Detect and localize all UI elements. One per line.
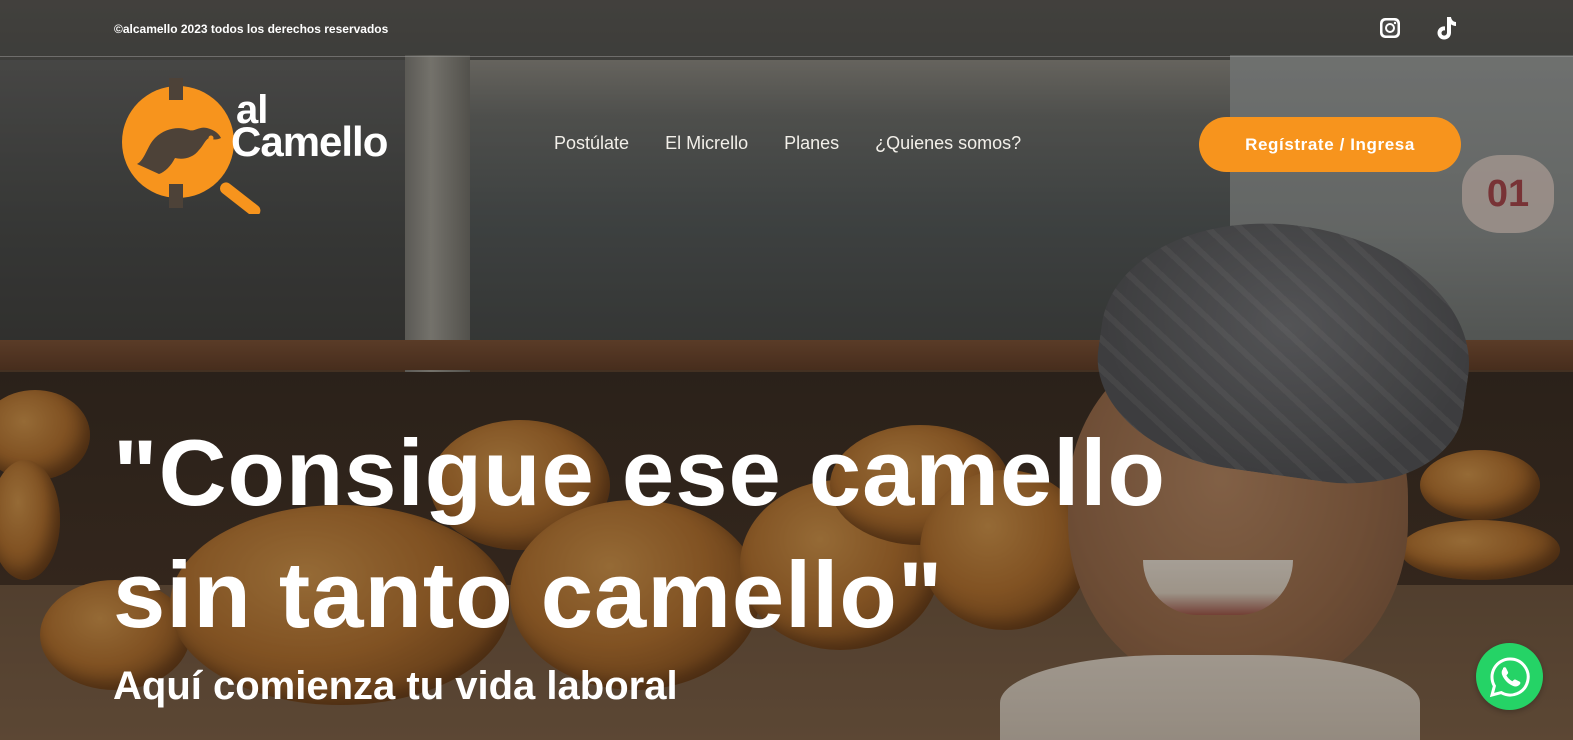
hero-subheadline: Aquí comienza tu vida laboral	[113, 664, 678, 708]
hero-headline-line-2: sin tanto camello"	[113, 542, 944, 647]
nav-item-postulate[interactable]: Postúlate	[554, 133, 629, 154]
main-nav: Postúlate El Micrello Planes ¿Quienes so…	[554, 133, 1021, 154]
top-bar: ©alcamello 2023 todos los derechos reser…	[0, 0, 1573, 57]
tiktok-icon[interactable]	[1432, 14, 1460, 42]
hero-headline: "Consigue ese camello sin tanto camello"	[113, 412, 1213, 656]
register-login-button[interactable]: Regístrate / Ingresa	[1199, 117, 1461, 172]
hero-headline-line-1: "Consigue ese camello	[113, 420, 1166, 525]
nav-item-quienes-somos[interactable]: ¿Quienes somos?	[875, 133, 1021, 154]
whatsapp-icon	[1489, 656, 1530, 697]
instagram-icon[interactable]	[1376, 14, 1404, 42]
logo-text-camello: Camello	[231, 118, 388, 165]
copyright-text: ©alcamello 2023 todos los derechos reser…	[114, 22, 389, 36]
nav-item-planes[interactable]: Planes	[784, 133, 839, 154]
whatsapp-button[interactable]	[1476, 643, 1543, 710]
logo[interactable]: al Camello	[113, 74, 403, 214]
nav-item-el-micrello[interactable]: El Micrello	[665, 133, 748, 154]
